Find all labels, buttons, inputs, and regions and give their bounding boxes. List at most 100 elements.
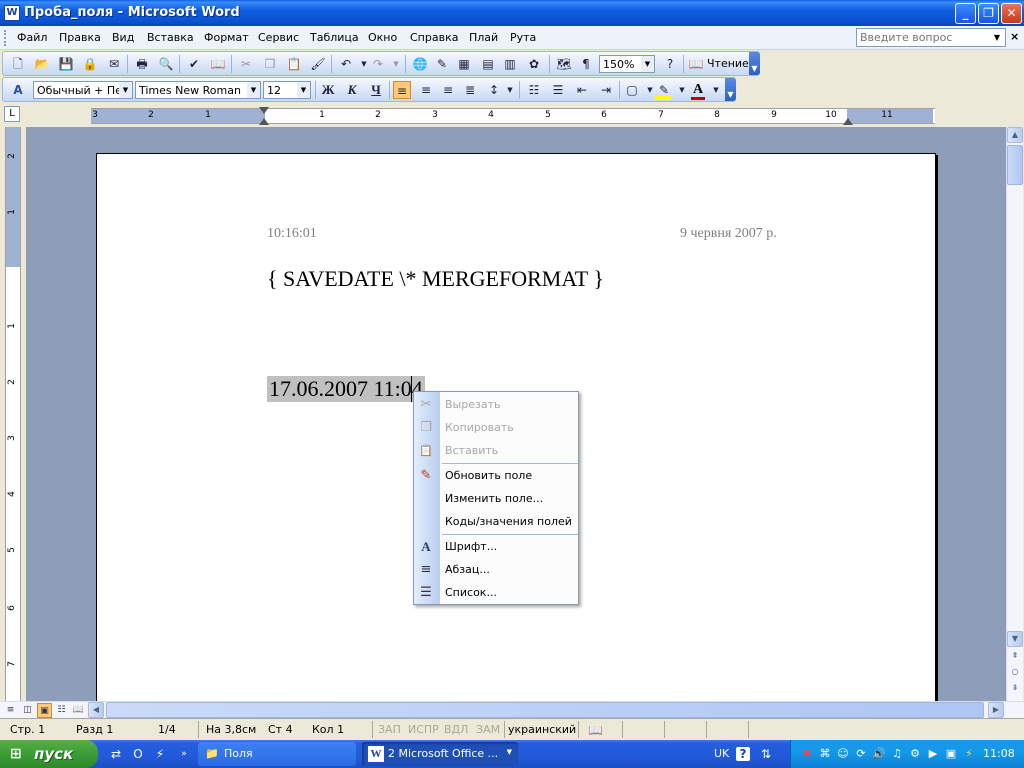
hyperlink-icon[interactable]: 🌐 bbox=[411, 55, 429, 73]
tray-monitor-icon[interactable]: ⚙ bbox=[907, 746, 923, 762]
select-browse-object-icon[interactable]: ○ bbox=[1007, 665, 1023, 681]
menu-edit[interactable]: Правка bbox=[59, 31, 101, 44]
hanging-indent-marker[interactable] bbox=[259, 118, 269, 125]
read-mode-label[interactable]: Чтение bbox=[707, 57, 749, 70]
menu-ruta[interactable]: Рута bbox=[510, 31, 536, 44]
reading-view-icon[interactable]: 📖 bbox=[71, 703, 86, 718]
columns-icon[interactable]: ▥ bbox=[501, 55, 519, 73]
numbering-icon[interactable]: ☷ bbox=[525, 81, 543, 99]
insert-excel-icon[interactable]: ▤ bbox=[479, 55, 497, 73]
horizontal-ruler[interactable]: 3 2 1 1 2 3 4 5 6 7 8 9 10 11 bbox=[91, 107, 935, 125]
align-right-button[interactable]: ≡ bbox=[439, 81, 457, 99]
context-item-paste[interactable]: 📋 Вставить bbox=[414, 439, 578, 462]
scroll-down-icon[interactable]: ▼ bbox=[1007, 631, 1023, 647]
horizontal-scroll-thumb[interactable] bbox=[106, 702, 984, 718]
web-view-icon[interactable]: ◫ bbox=[20, 703, 35, 718]
menu-table[interactable]: Таблица bbox=[310, 31, 359, 44]
menu-format[interactable]: Формат bbox=[204, 31, 249, 44]
zoom-dropdown-icon[interactable]: ▼ bbox=[641, 56, 654, 72]
context-item-list[interactable]: ☰ Список... bbox=[414, 581, 578, 604]
language-options-icon[interactable]: ⇅ bbox=[758, 746, 774, 762]
minimize-button[interactable]: _ bbox=[955, 3, 976, 24]
winamp-icon[interactable]: ⚡ bbox=[152, 746, 168, 762]
tray-display-icon[interactable]: ▣ bbox=[943, 746, 959, 762]
style-combo[interactable]: Обычный + Пер ▼ bbox=[33, 81, 133, 99]
status-section[interactable]: Разд 1 bbox=[76, 723, 113, 736]
menu-insert[interactable]: Вставка bbox=[147, 31, 194, 44]
status-column[interactable]: Кол 1 bbox=[312, 723, 344, 736]
status-track-changes[interactable]: ИСПР bbox=[408, 723, 439, 736]
status-record[interactable]: ЗАП bbox=[378, 723, 401, 736]
context-item-font[interactable]: A Шрифт... bbox=[414, 535, 578, 558]
justify-button[interactable]: ≣ bbox=[461, 81, 479, 99]
tray-update-icon[interactable]: ⟳ bbox=[853, 746, 869, 762]
status-pages[interactable]: 1/4 bbox=[158, 723, 176, 736]
spelling-icon[interactable]: ✔ bbox=[185, 55, 203, 73]
close-button[interactable]: ✕ bbox=[1001, 3, 1022, 24]
style-dropdown-icon[interactable]: ▼ bbox=[119, 82, 132, 98]
status-position[interactable]: На 3,8см bbox=[206, 723, 256, 736]
tray-player-icon[interactable]: ▶ bbox=[925, 746, 941, 762]
read-mode-icon[interactable]: 📖 bbox=[687, 55, 705, 73]
new-document-icon[interactable]: 🗋 bbox=[9, 55, 27, 73]
status-overtype[interactable]: ЗАМ bbox=[476, 723, 500, 736]
toolbar-options-icon[interactable]: ▼ bbox=[749, 52, 760, 75]
status-extend[interactable]: ВДЛ bbox=[444, 723, 468, 736]
underline-button[interactable]: Ч bbox=[367, 81, 385, 99]
document-close-button[interactable]: × bbox=[1010, 30, 1019, 43]
open-icon[interactable]: 📂 bbox=[33, 55, 51, 73]
font-size-dropdown-icon[interactable]: ▼ bbox=[297, 82, 310, 98]
highlight-icon[interactable]: ✎ bbox=[655, 81, 673, 99]
context-item-copy[interactable]: ❐ Копировать bbox=[414, 416, 578, 439]
help-question-box[interactable]: ▼ bbox=[856, 28, 1006, 47]
align-center-button[interactable]: ≡ bbox=[417, 81, 435, 99]
right-indent-marker[interactable] bbox=[843, 118, 853, 125]
context-item-edit-field[interactable]: Изменить поле... bbox=[414, 487, 578, 510]
restore-button[interactable]: ❐ bbox=[978, 3, 999, 24]
borders-icon[interactable]: ▢ bbox=[623, 81, 641, 99]
scroll-left-icon[interactable]: ◀ bbox=[88, 702, 104, 718]
header-time[interactable]: 10:16:01 bbox=[267, 226, 317, 242]
zoom-combo[interactable]: 150% ▼ bbox=[599, 55, 655, 73]
font-dropdown-icon[interactable]: ▼ bbox=[247, 82, 260, 98]
task-group-dropdown-icon[interactable]: ▼ bbox=[507, 748, 512, 756]
paste-icon[interactable]: 📋 bbox=[285, 55, 303, 73]
status-page[interactable]: Стр. 1 bbox=[10, 723, 45, 736]
tab-selector[interactable]: L bbox=[4, 106, 20, 122]
bullets-icon[interactable]: ☰ bbox=[549, 81, 567, 99]
italic-button[interactable]: К bbox=[343, 81, 361, 99]
tray-messenger-icon[interactable]: ☺ bbox=[835, 746, 851, 762]
tray-network-icon[interactable]: ⌘ bbox=[817, 746, 833, 762]
tray-power-icon[interactable]: ⚡ bbox=[961, 746, 977, 762]
redo-dropdown-icon[interactable]: ▼ bbox=[387, 55, 405, 73]
help-dropdown-icon[interactable]: ▼ bbox=[989, 29, 1005, 46]
font-combo[interactable]: Times New Roman ▼ bbox=[135, 81, 261, 99]
task-microsoft-office[interactable]: W 2 Microsoft Office ... ▼ bbox=[362, 742, 518, 766]
status-line[interactable]: Ст 4 bbox=[268, 723, 293, 736]
line-spacing-dropdown-icon[interactable]: ▼ bbox=[501, 81, 519, 99]
document-map-icon[interactable]: 🗺 bbox=[555, 55, 573, 73]
scroll-up-icon[interactable]: ▲ bbox=[1007, 127, 1023, 143]
styles-pane-icon[interactable]: A bbox=[9, 81, 27, 99]
status-language[interactable]: украинский bbox=[508, 723, 576, 736]
print-icon[interactable]: 🖶 bbox=[133, 55, 151, 73]
align-left-button[interactable]: ≡ bbox=[393, 81, 411, 99]
field-result-text[interactable]: 17.06.2007 11:04 bbox=[267, 376, 425, 402]
increase-indent-icon[interactable]: ⇥ bbox=[597, 81, 615, 99]
copy-icon[interactable]: ❐ bbox=[261, 55, 279, 73]
header-date[interactable]: 9 червня 2007 р. bbox=[680, 226, 777, 242]
drawing-icon[interactable]: ✿ bbox=[525, 55, 543, 73]
clock[interactable]: 11:08 bbox=[983, 747, 1015, 760]
print-layout-view-icon[interactable]: ▣ bbox=[37, 703, 52, 718]
word-app-icon[interactable]: W bbox=[4, 5, 20, 21]
start-button[interactable]: ⊞ пуск bbox=[0, 740, 98, 768]
print-preview-icon[interactable]: 🔍 bbox=[157, 55, 175, 73]
menu-plai[interactable]: Плай bbox=[469, 31, 498, 44]
insert-table-icon[interactable]: ▦ bbox=[455, 55, 473, 73]
menu-help[interactable]: Справка bbox=[410, 31, 458, 44]
toolbar-options-icon[interactable]: ▼ bbox=[725, 78, 736, 101]
help-icon[interactable]: ? bbox=[661, 55, 679, 73]
tables-borders-icon[interactable]: ✎ bbox=[433, 55, 451, 73]
field-code-text[interactable]: { SAVEDATE \* MERGEFORMAT } bbox=[267, 266, 604, 292]
tray-antivirus-icon[interactable]: ✖ bbox=[799, 746, 815, 762]
